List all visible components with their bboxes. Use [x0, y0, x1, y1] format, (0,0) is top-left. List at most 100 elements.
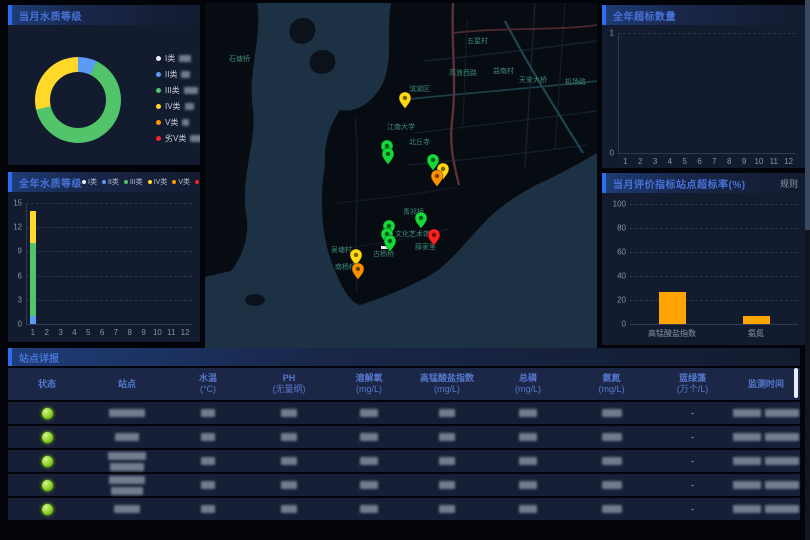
panel-year-quality-header: 全年水质等级 I类II类III类IV类V类劣V类	[8, 172, 200, 192]
value-redacted	[281, 409, 297, 417]
time-redacted	[765, 505, 799, 513]
time-cell	[732, 457, 800, 465]
algae-value: -	[691, 456, 694, 466]
value-redacted	[281, 481, 297, 489]
column-header-label: 站点	[118, 379, 136, 390]
value-redacted	[281, 457, 297, 465]
value-redacted	[360, 433, 378, 441]
y-tick-label: 40	[602, 272, 626, 281]
gridline	[26, 203, 192, 204]
x-axis	[26, 324, 192, 325]
y-tick-label: 60	[602, 248, 626, 257]
value-cell	[408, 457, 486, 465]
map-label: 机场路	[565, 77, 586, 86]
station-name-redacted	[110, 463, 144, 471]
legend-item-II类[interactable]: II类	[102, 177, 119, 187]
panel-title: 当月水质等级	[19, 8, 82, 23]
x-tick-label: 2	[638, 157, 642, 166]
legend-item-I类[interactable]: I类	[82, 177, 97, 187]
gridline	[26, 227, 192, 228]
station-table-panel: 站点详报 状态站点水温(°C)PH(无量纲)溶解氧(mg/L)高锰酸盐指数(mg…	[8, 348, 800, 522]
value-redacted	[360, 457, 378, 465]
value-cell	[408, 409, 486, 417]
gridline	[630, 228, 798, 229]
legend-label: III类	[130, 177, 143, 187]
x-tick-label: 7	[712, 157, 716, 166]
table-scrollbar-thumb[interactable]	[794, 368, 798, 398]
station-name-redacted	[108, 452, 146, 460]
x-tick-label: 1	[623, 157, 627, 166]
page-scrollbar-track[interactable]	[805, 0, 810, 540]
pin-center-dot	[387, 224, 391, 228]
column-header-unit: (mg/L)	[356, 384, 382, 395]
x-tick-label: 5	[683, 157, 687, 166]
legend-label: IV类	[165, 101, 181, 112]
algae-cell: -	[653, 456, 732, 466]
column-header-label: 氨氮	[602, 373, 620, 384]
panel-month-quality-header: 当月水质等级	[8, 5, 200, 25]
legend-item-III类[interactable]: III类	[124, 177, 143, 187]
x-axis	[618, 153, 796, 154]
column-header-unit: (无量纲)	[273, 384, 306, 395]
status-cell	[8, 503, 86, 516]
y-tick-label: 100	[602, 200, 626, 209]
legend-item-I类[interactable]: I类	[156, 53, 200, 64]
pin-center-dot	[435, 174, 439, 178]
column-header-label: 水温	[199, 373, 217, 384]
legend-label: II类	[165, 69, 177, 80]
legend-dot	[102, 180, 106, 184]
value-cell	[330, 481, 408, 489]
value-cell	[248, 457, 330, 465]
y-tick-label: 0	[8, 320, 22, 329]
value-redacted	[439, 481, 455, 489]
legend-item-III类[interactable]: III类	[156, 85, 200, 96]
legend-item-劣V类[interactable]: 劣V类	[195, 177, 200, 187]
time-redacted	[733, 481, 761, 489]
algae-value: -	[691, 408, 694, 418]
value-redacted	[439, 409, 455, 417]
panel-year-quality: 全年水质等级 I类II类III类IV类V类劣V类 036912151234567…	[8, 172, 200, 342]
page-scrollbar-thumb[interactable]	[805, 0, 810, 230]
legend-item-IV类[interactable]: IV类	[156, 101, 200, 112]
legend-value-redacted	[182, 119, 189, 126]
legend-dot	[82, 180, 86, 184]
value-redacted	[201, 505, 215, 513]
column-header-label: 蓝绿藻	[679, 373, 706, 384]
pin-center-dot	[354, 253, 358, 257]
value-redacted	[602, 481, 622, 489]
y-axis	[618, 33, 619, 153]
algae-value: -	[691, 504, 694, 514]
stacked-bar-segment	[30, 211, 36, 243]
value-redacted	[519, 433, 537, 441]
table-row[interactable]: -	[8, 402, 800, 424]
legend-item-II类[interactable]: II类	[156, 69, 200, 80]
table-row[interactable]: -	[8, 426, 800, 448]
map-label: 石塘桥	[229, 54, 250, 63]
rules-link[interactable]: 规则	[780, 177, 798, 190]
x-tick-label: 9	[141, 328, 145, 337]
table-row[interactable]: -	[8, 450, 800, 472]
x-tick-label: 4	[668, 157, 672, 166]
value-cell	[248, 409, 330, 417]
legend-item-IV类[interactable]: IV类	[148, 177, 168, 187]
legend-item-V类[interactable]: V类	[156, 117, 200, 128]
legend-dot	[124, 180, 128, 184]
map[interactable]: 石塘桥五星村滨湖区高浪西路益南村天安大桥机场路江南大学北丘寺青祁桥文化艺术馆吴塘…	[205, 3, 597, 348]
pin-center-dot	[431, 158, 435, 162]
table-row[interactable]: -	[8, 474, 800, 496]
x-tick-label: 10	[754, 157, 763, 166]
panel-year-exceed: 全年超标数量 01123456789101112	[602, 5, 806, 168]
legend-item-劣V类[interactable]: 劣V类	[156, 133, 200, 144]
legend-item-V类[interactable]: V类	[172, 177, 190, 187]
y-tick-label: 0	[602, 149, 614, 158]
table-row[interactable]: -	[8, 498, 800, 520]
x-tick-label: 3	[58, 328, 62, 337]
column-header-label: 总磷	[519, 373, 537, 384]
value-cell	[570, 457, 653, 465]
station-name-redacted	[114, 505, 140, 513]
map-island	[245, 294, 265, 306]
value-redacted	[281, 433, 297, 441]
month-quality-donut-chart[interactable]	[35, 57, 121, 143]
status-dot	[41, 479, 54, 492]
year-quality-chart: 03691215123456789101112	[8, 192, 200, 342]
